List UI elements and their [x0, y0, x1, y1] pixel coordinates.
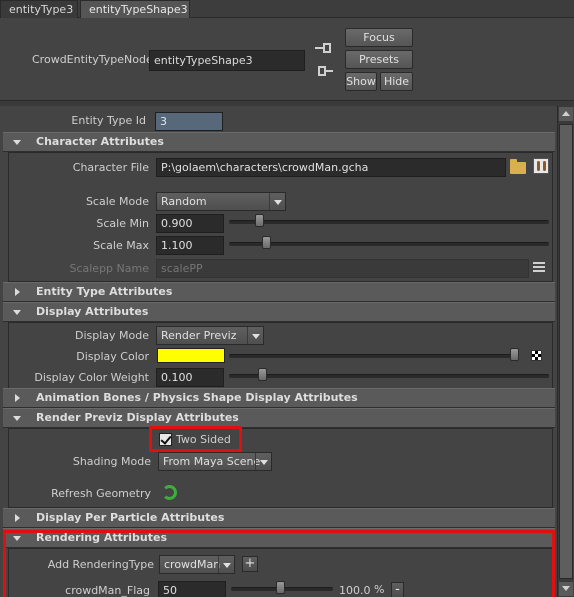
show-button[interactable]: Show: [345, 72, 377, 91]
entity-type-id-field[interactable]: 3: [155, 112, 223, 131]
display-mode-dropdown[interactable]: Render Previz: [156, 326, 264, 345]
section-display-per-particle[interactable]: Display Per Particle Attributes: [3, 508, 555, 528]
refresh-geometry-label: Refresh Geometry: [51, 487, 151, 500]
display-color-label: Display Color: [76, 350, 149, 363]
scalepp-name-field[interactable]: scalePP: [156, 259, 529, 278]
scale-min-slider-handle[interactable]: [255, 214, 264, 227]
chevron-down-icon: [255, 453, 271, 470]
scale-mode-label: Scale Mode: [85, 195, 149, 208]
scale-max-field[interactable]: 1.100: [156, 236, 224, 255]
shading-mode-dropdown[interactable]: From Maya Scene: [158, 452, 272, 471]
display-color-swatch[interactable]: [157, 348, 225, 363]
display-color-weight-slider-handle[interactable]: [258, 368, 267, 381]
expand-arrow-icon: [15, 514, 20, 522]
scale-mode-value: Random: [161, 195, 207, 208]
section-animation-bones[interactable]: Animation Bones / Physics Shape Display …: [3, 388, 555, 408]
display-color-weight-field[interactable]: 0.100: [156, 368, 224, 387]
scroll-up-icon[interactable]: [559, 107, 573, 121]
folder-icon[interactable]: [510, 159, 526, 174]
highlight-two-sided: [149, 426, 242, 452]
scale-max-label: Scale Max: [93, 239, 149, 252]
scrollbar-thumb[interactable]: [559, 124, 573, 579]
node-type-label: CrowdEntityTypeNode:: [32, 53, 157, 66]
display-color-slider-handle[interactable]: [510, 348, 519, 361]
scale-mode-dropdown[interactable]: Random: [156, 192, 286, 211]
focus-button[interactable]: Focus: [345, 28, 413, 47]
scalepp-name-label: Scalepp Name: [69, 262, 149, 275]
scale-max-slider-track[interactable]: [229, 242, 549, 246]
attribute-list: Entity Type Id 3 Character Attributes Ch…: [3, 106, 555, 597]
expand-arrow-icon: [15, 394, 20, 402]
entity-type-id-label: Entity Type Id: [71, 114, 146, 127]
tab-bar: entityType3 entityTypeShape3: [0, 0, 574, 18]
section-character-attributes[interactable]: Character Attributes: [3, 132, 555, 152]
section-display-attributes[interactable]: Display Attributes: [3, 302, 555, 322]
collapse-arrow-icon: [13, 310, 21, 315]
output-connection-icon[interactable]: [318, 64, 334, 78]
refresh-icon[interactable]: [162, 485, 177, 500]
shading-mode-label: Shading Mode: [72, 455, 151, 468]
list-icon[interactable]: [533, 261, 549, 275]
scroll-down-icon[interactable]: [559, 582, 573, 596]
shading-mode-value: From Maya Scene: [163, 455, 261, 468]
scale-min-label: Scale Min: [96, 217, 149, 230]
scale-min-slider-track[interactable]: [229, 220, 549, 224]
display-mode-label: Display Mode: [74, 329, 149, 342]
section-entity-type-attributes[interactable]: Entity Type Attributes: [3, 282, 555, 302]
collapse-arrow-icon: [13, 140, 21, 145]
display-color-weight-label: Display Color Weight: [34, 371, 149, 384]
tab-entity-type-shape[interactable]: entityTypeShape3: [80, 0, 190, 18]
attribute-editor-panel: Entity Type Id 3 Character Attributes Ch…: [0, 100, 574, 597]
chevron-down-icon: [269, 193, 285, 210]
node-name-field[interactable]: entityTypeShape3: [149, 50, 305, 71]
presets-button[interactable]: Presets: [345, 50, 413, 69]
highlight-rendering-attributes: [3, 530, 555, 597]
vertical-scrollbar[interactable]: [557, 106, 573, 597]
expand-arrow-icon: [15, 288, 20, 296]
display-color-slider-track[interactable]: [229, 354, 519, 358]
tab-entity-type[interactable]: entityType3: [0, 0, 78, 18]
checker-icon[interactable]: [531, 350, 542, 361]
input-connection-icon[interactable]: [315, 41, 331, 55]
scale-min-field[interactable]: 0.900: [156, 214, 224, 233]
chevron-down-icon: [247, 327, 263, 344]
hide-button[interactable]: Hide: [380, 72, 413, 91]
character-file-label: Character File: [72, 161, 149, 174]
character-file-field[interactable]: P:\golaem\characters\crowdMan.gcha: [156, 158, 506, 177]
display-mode-value: Render Previz: [161, 329, 237, 342]
section-render-previz[interactable]: Render Previz Display Attributes: [3, 408, 555, 428]
display-color-weight-slider-track[interactable]: [229, 374, 549, 378]
collapse-arrow-icon: [13, 416, 21, 421]
character-editor-icon[interactable]: [533, 158, 549, 174]
scale-max-slider-handle[interactable]: [262, 236, 271, 249]
